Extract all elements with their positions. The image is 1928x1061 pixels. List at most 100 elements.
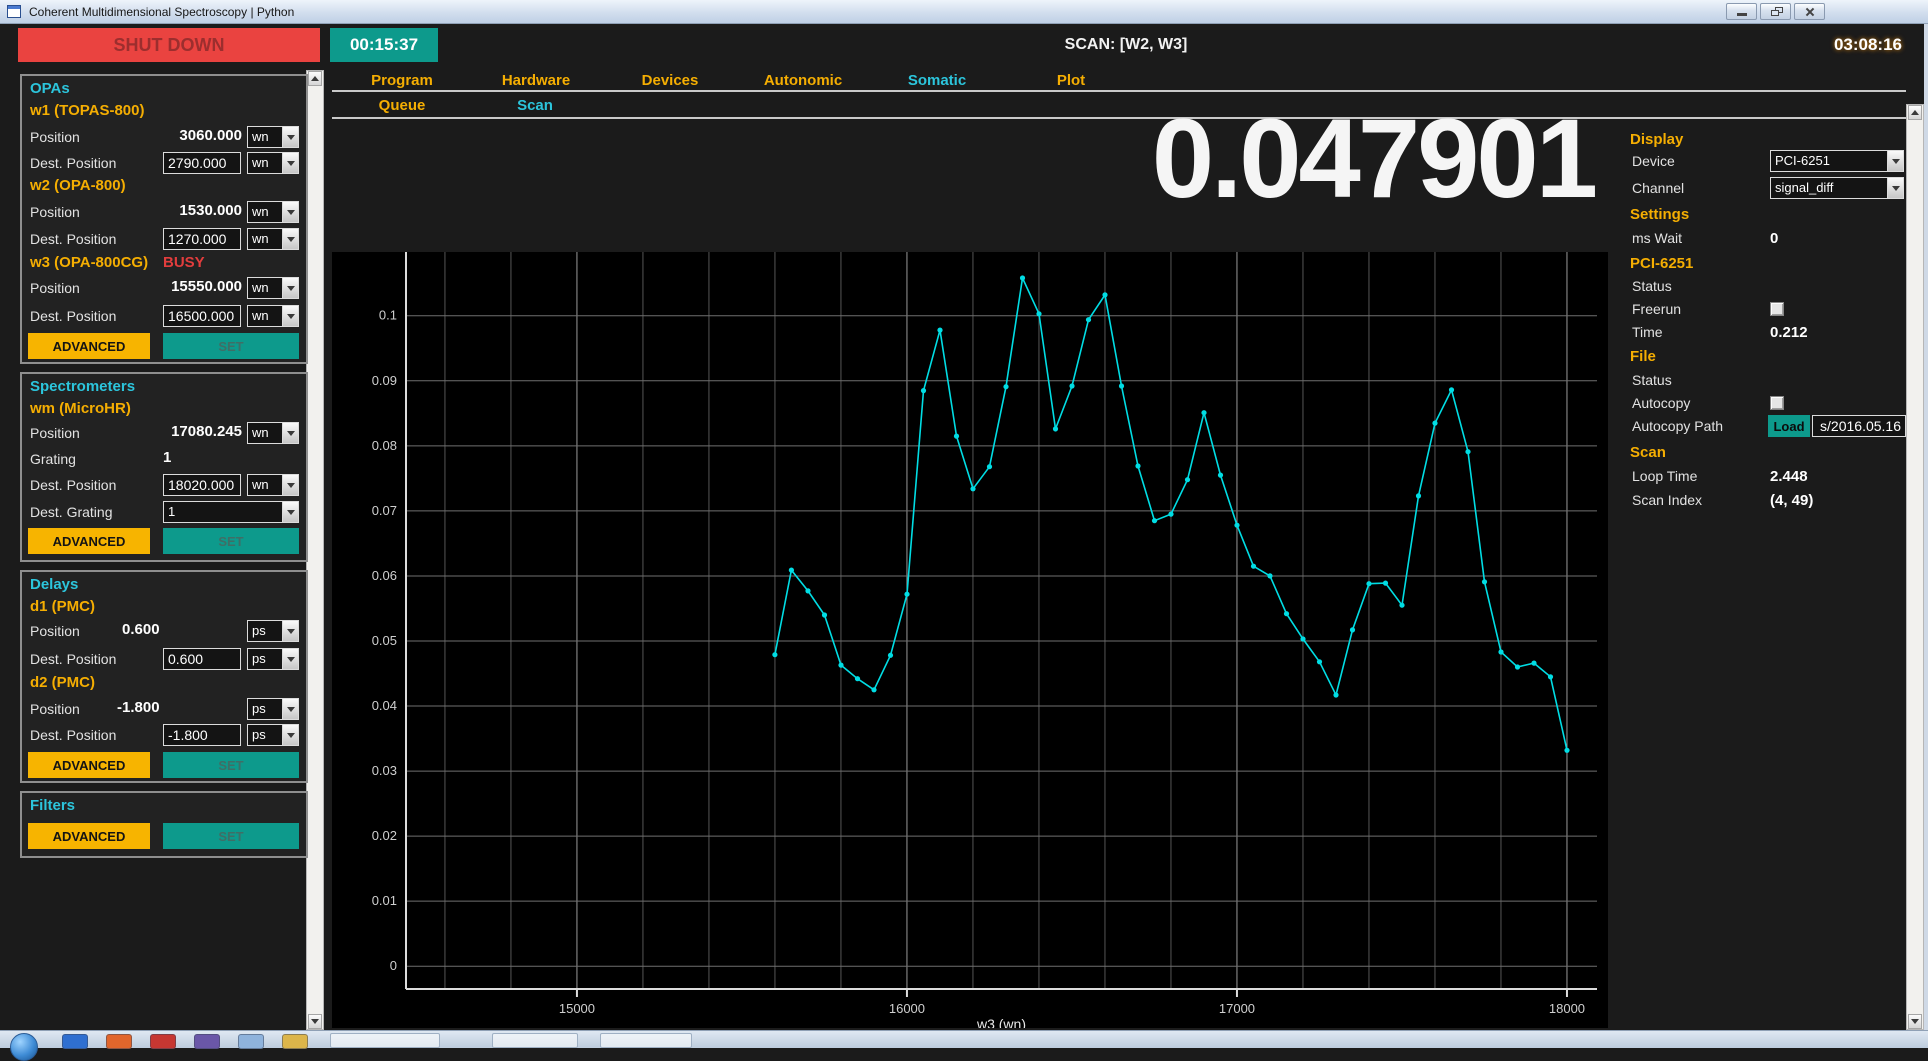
w2-dest-unit-select[interactable]: wn xyxy=(247,228,299,250)
d1-position-unit-select[interactable]: ps xyxy=(247,620,299,642)
restore-button[interactable] xyxy=(1760,3,1791,20)
w3-dest-input[interactable] xyxy=(163,305,241,327)
w2-dest-input[interactable] xyxy=(163,228,241,250)
loop-time-value: 2.448 xyxy=(1770,465,1808,487)
tab-autonomic[interactable]: Autonomic xyxy=(764,72,842,89)
wm-dest-input[interactable] xyxy=(163,474,241,496)
w3-position-unit-select[interactable]: wn xyxy=(247,277,299,299)
tab-program[interactable]: Program xyxy=(371,72,433,89)
plot-area: 1500016000170001800000.010.020.030.040.0… xyxy=(332,252,1608,1028)
freerun-checkbox[interactable] xyxy=(1770,302,1784,316)
w2-position-label: Position xyxy=(30,204,80,220)
delays-set-button[interactable]: SET xyxy=(163,752,299,778)
opas-panel: OPAs w1 (TOPAS-800) Position 3060.000 wn… xyxy=(20,74,308,364)
opas-set-button[interactable]: SET xyxy=(163,333,299,359)
dropdown-arrow-icon[interactable] xyxy=(282,229,298,249)
start-button[interactable] xyxy=(10,1033,38,1061)
w1-dest-input[interactable] xyxy=(163,152,241,174)
w1-header: w1 (TOPAS-800) xyxy=(30,102,144,119)
dropdown-arrow-icon[interactable] xyxy=(282,202,298,222)
wm-dest-grating-label: Dest. Grating xyxy=(30,504,112,520)
svg-text:0.07: 0.07 xyxy=(372,503,397,518)
dropdown-arrow-icon[interactable] xyxy=(1887,151,1903,171)
filters-advanced-button[interactable]: ADVANCED xyxy=(28,823,150,849)
d1-dest-unit-select[interactable]: ps xyxy=(247,648,299,670)
autocopy-checkbox[interactable] xyxy=(1770,396,1784,410)
device-select[interactable]: PCI-6251 xyxy=(1770,150,1904,172)
w1-position-unit: wn xyxy=(248,127,282,147)
scan-index-label: Scan Index xyxy=(1632,489,1702,511)
taskbar-app-icon[interactable] xyxy=(150,1034,176,1049)
w1-position-unit-select[interactable]: wn xyxy=(247,126,299,148)
taskbar-app-icon[interactable] xyxy=(238,1034,264,1049)
svg-text:0.09: 0.09 xyxy=(372,373,397,388)
dropdown-arrow-icon[interactable] xyxy=(282,621,298,641)
d1-dest-label: Dest. Position xyxy=(30,651,116,667)
dropdown-arrow-icon[interactable] xyxy=(282,725,298,745)
delays-advanced-button[interactable]: ADVANCED xyxy=(28,752,150,778)
dropdown-arrow-icon[interactable] xyxy=(282,475,298,495)
autocopy-path-input[interactable] xyxy=(1812,415,1906,437)
tab-devices[interactable]: Devices xyxy=(642,72,699,89)
spectrometers-advanced-button[interactable]: ADVANCED xyxy=(28,528,150,554)
left-scrollbar-down-button[interactable] xyxy=(308,1014,322,1029)
taskbar-app-icon[interactable] xyxy=(106,1034,132,1049)
w1-dest-unit-select[interactable]: wn xyxy=(247,152,299,174)
pci6251-section-header: PCI-6251 xyxy=(1630,252,1693,274)
subtab-queue[interactable]: Queue xyxy=(379,97,426,114)
spectrometers-set-button[interactable]: SET xyxy=(163,528,299,554)
minimize-button[interactable] xyxy=(1726,3,1757,20)
opas-advanced-button[interactable]: ADVANCED xyxy=(28,333,150,359)
dropdown-arrow-icon[interactable] xyxy=(282,649,298,669)
w1-dest-unit: wn xyxy=(248,153,282,173)
taskbar-app-icon[interactable] xyxy=(62,1034,88,1049)
wm-dest-unit-select[interactable]: wn xyxy=(247,474,299,496)
svg-text:0.02: 0.02 xyxy=(372,828,397,843)
taskbar-window-button[interactable] xyxy=(330,1033,440,1048)
d1-dest-input[interactable] xyxy=(163,648,241,670)
dropdown-arrow-icon[interactable] xyxy=(282,278,298,298)
right-scrollbar-down-button[interactable] xyxy=(1908,1014,1922,1029)
svg-text:0.01: 0.01 xyxy=(372,893,397,908)
subtab-scan[interactable]: Scan xyxy=(517,97,553,114)
settings-section-header: Settings xyxy=(1630,203,1689,225)
channel-select[interactable]: signal_diff xyxy=(1770,177,1904,199)
close-button[interactable] xyxy=(1794,3,1825,20)
tab-hardware[interactable]: Hardware xyxy=(502,72,570,89)
dropdown-arrow-icon[interactable] xyxy=(282,306,298,326)
wm-dest-grating-select[interactable]: 1 xyxy=(163,501,299,523)
load-button[interactable]: Load xyxy=(1768,415,1810,437)
scroll-down-icon xyxy=(1911,1019,1919,1024)
delays-panel: Delays d1 (PMC) Position 0.600 ps Dest. … xyxy=(20,570,308,783)
dropdown-arrow-icon[interactable] xyxy=(282,423,298,443)
taskbar-window-button[interactable] xyxy=(600,1033,692,1048)
w3-dest-unit-select[interactable]: wn xyxy=(247,305,299,327)
dropdown-arrow-icon[interactable] xyxy=(1887,178,1903,198)
right-scrollbar[interactable] xyxy=(1906,104,1924,1030)
wm-dest-label: Dest. Position xyxy=(30,477,116,493)
d2-dest-unit-select[interactable]: ps xyxy=(247,724,299,746)
tab-somatic[interactable]: Somatic xyxy=(908,72,966,89)
window-right-edge xyxy=(1924,24,1928,1030)
left-scrollbar[interactable] xyxy=(306,70,324,1030)
d1-header: d1 (PMC) xyxy=(30,598,95,615)
device-value: PCI-6251 xyxy=(1771,151,1887,171)
tab-plot[interactable]: Plot xyxy=(1057,72,1085,89)
taskbar-app-icon[interactable] xyxy=(194,1034,220,1049)
taskbar-folder-icon[interactable] xyxy=(282,1034,308,1049)
filters-set-button[interactable]: SET xyxy=(163,823,299,849)
left-scrollbar-up-button[interactable] xyxy=(308,71,322,86)
d2-dest-input[interactable] xyxy=(163,724,241,746)
w2-position-unit-select[interactable]: wn xyxy=(247,201,299,223)
wm-position-unit-select[interactable]: wn xyxy=(247,422,299,444)
right-scrollbar-up-button[interactable] xyxy=(1908,105,1922,120)
shutdown-button[interactable]: SHUT DOWN xyxy=(18,28,320,62)
w1-position-label: Position xyxy=(30,129,80,145)
dropdown-arrow-icon[interactable] xyxy=(282,127,298,147)
dropdown-arrow-icon[interactable] xyxy=(282,502,298,522)
dropdown-arrow-icon[interactable] xyxy=(282,699,298,719)
w3-busy-badge: BUSY xyxy=(163,254,205,271)
taskbar-window-button[interactable] xyxy=(492,1033,578,1048)
d2-position-unit-select[interactable]: ps xyxy=(247,698,299,720)
dropdown-arrow-icon[interactable] xyxy=(282,153,298,173)
